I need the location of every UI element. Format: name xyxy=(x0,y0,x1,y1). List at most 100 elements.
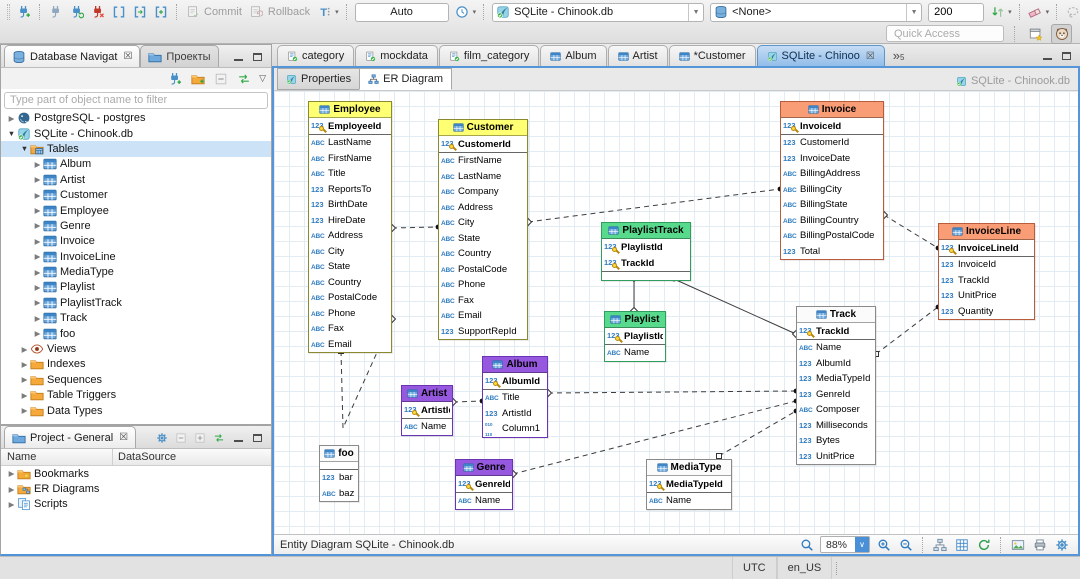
entity-foo[interactable]: foo 123 bar ABC baz xyxy=(319,445,359,502)
column-total[interactable]: 123 Total xyxy=(781,244,883,260)
entity-playlist[interactable]: Playlist 123 PlaylistId ABC Name xyxy=(604,311,666,362)
column-phone[interactable]: ABC Phone xyxy=(439,277,527,293)
maximize-button[interactable] xyxy=(251,432,263,444)
connection-dropdown-arrow[interactable]: ▼ xyxy=(688,3,703,21)
column-country[interactable]: ABC Country xyxy=(439,246,527,262)
column-invoicedate[interactable]: 123 InvoiceDate xyxy=(781,151,883,167)
column-fax[interactable]: ABC Fax xyxy=(309,321,391,337)
column-email[interactable]: ABC Email xyxy=(439,308,527,324)
toggle-grid-button[interactable] xyxy=(951,535,972,555)
zoom-in-button[interactable] xyxy=(873,535,894,555)
tree-item-invoiceline[interactable]: ▶ InvoiceLine xyxy=(1,249,271,264)
column-trackid[interactable]: 123 TrackId xyxy=(797,323,875,339)
column-title[interactable]: ABC Title xyxy=(309,166,391,182)
subtab-properties[interactable]: Properties xyxy=(277,68,361,90)
entity-invoice[interactable]: Invoice 123 InvoiceId 123 CustomerId 123 Invoi… xyxy=(780,101,884,260)
column-postalcode[interactable]: ABC PostalCode xyxy=(439,262,527,278)
project-item-bookmarks[interactable]: ▶ Bookmarks xyxy=(1,466,271,481)
connect-button[interactable] xyxy=(45,2,66,22)
column-invoicelineid[interactable]: 123 InvoiceLineId xyxy=(939,240,1034,256)
entity-track[interactable]: Track 123 TrackId ABC Name 123 AlbumId 123 Media… xyxy=(796,306,876,465)
toolbar-drag-handle[interactable] xyxy=(7,4,10,20)
history-dropdown-arrow[interactable]: ▾ xyxy=(473,8,477,16)
column-billingstate[interactable]: ABC BillingState xyxy=(781,197,883,213)
expander-icon[interactable]: ▶ xyxy=(32,268,43,277)
expander-icon[interactable]: ▶ xyxy=(32,237,43,246)
column-billingaddress[interactable]: ABC BillingAddress xyxy=(781,166,883,182)
column-phone[interactable]: ABC Phone xyxy=(309,306,391,322)
link-with-editor-button[interactable] xyxy=(233,69,254,89)
column-invoiceid[interactable]: 123 InvoiceId xyxy=(781,118,883,134)
expander-icon[interactable]: ▶ xyxy=(19,360,30,369)
lasso-tool-button[interactable] xyxy=(1062,2,1080,22)
entity-header[interactable]: foo xyxy=(320,446,358,462)
column-address[interactable]: ABC Address xyxy=(309,228,391,244)
save-as-image-button[interactable] xyxy=(1007,535,1028,555)
expander-icon[interactable]: ▼ xyxy=(19,144,30,153)
entity-header[interactable]: Playlist xyxy=(605,312,665,328)
column-bar[interactable]: 123 bar xyxy=(320,470,358,486)
column-artistid[interactable]: 123 ArtistId xyxy=(483,406,547,422)
tree-item-album[interactable]: ▶ Album xyxy=(1,157,271,172)
column-billingpostalcode[interactable]: ABC BillingPostalCode xyxy=(781,228,883,244)
history-button[interactable] xyxy=(452,2,473,22)
project-expand-button[interactable] xyxy=(194,432,206,444)
expander-icon[interactable]: ▶ xyxy=(6,114,17,123)
tree-item-track[interactable]: ▶ Track xyxy=(1,311,271,326)
navigator-new-connection-button[interactable] xyxy=(164,69,185,89)
tree-item-views[interactable]: ▶ Views xyxy=(1,341,271,356)
schema-dropdown-arrow[interactable]: ▼ xyxy=(906,3,921,21)
column-firstname[interactable]: ABC FirstName xyxy=(439,153,527,169)
editor-tab-category[interactable]: category xyxy=(277,45,355,66)
column-country[interactable]: ABC Country xyxy=(309,275,391,291)
column-city[interactable]: ABC City xyxy=(309,244,391,260)
tree-item-playlisttrack[interactable]: ▶ PlaylistTrack xyxy=(1,295,271,310)
tree-item-mediatype[interactable]: ▶ MediaType xyxy=(1,264,271,279)
expander-icon[interactable]: ▶ xyxy=(32,252,43,261)
entity-employee[interactable]: Employee 123 EmployeeId ABC LastName ABC First… xyxy=(308,101,392,353)
column-name[interactable]: ABC Name xyxy=(456,493,512,509)
tab-project-general[interactable]: Project - General ☒ xyxy=(4,426,137,448)
expander-icon[interactable]: ▶ xyxy=(32,175,43,184)
column-artistid[interactable]: 123 ArtistId xyxy=(402,402,452,418)
print-diagram-button[interactable] xyxy=(1029,535,1050,555)
entity-header[interactable]: Album xyxy=(483,357,547,373)
expander-icon[interactable]: ▶ xyxy=(32,298,43,307)
column-billingcity[interactable]: ABC BillingCity xyxy=(781,182,883,198)
expander-icon[interactable]: ▶ xyxy=(32,283,43,292)
expander-icon[interactable]: ▶ xyxy=(19,345,30,354)
entity-header[interactable]: Track xyxy=(797,307,875,323)
collapse-all-button[interactable] xyxy=(210,69,231,89)
entity-header[interactable]: Customer xyxy=(439,120,527,136)
column-name[interactable]: ABC Name xyxy=(605,345,665,361)
subtab-er-diagram[interactable]: ER Diagram xyxy=(359,68,453,90)
tab-projects[interactable]: Проекты xyxy=(140,45,219,67)
column-employeeid[interactable]: 123 EmployeeId xyxy=(309,118,391,134)
quick-access-input[interactable] xyxy=(886,25,1004,42)
sql-editor-button[interactable] xyxy=(108,2,129,22)
column-unitprice[interactable]: 123 UnitPrice xyxy=(939,288,1034,304)
column-datasource-header[interactable]: DataSource xyxy=(113,451,176,463)
open-perspective-button[interactable] xyxy=(1025,24,1046,44)
tree-item-postgresql-postgres[interactable]: ▶ PostgreSQL - postgres xyxy=(1,111,271,126)
expander-icon[interactable]: ▶ xyxy=(32,160,43,169)
tree-item-customer[interactable]: ▶ Customer xyxy=(1,187,271,202)
entity-customer[interactable]: Customer 123 CustomerId ABC FirstName ABC Last… xyxy=(438,119,528,340)
commit-button[interactable]: Commit xyxy=(204,6,242,18)
entity-header[interactable]: Genre xyxy=(456,460,512,476)
column-lastname[interactable]: ABC LastName xyxy=(309,135,391,151)
expander-icon[interactable]: ▶ xyxy=(19,406,30,415)
column-postalcode[interactable]: ABC PostalCode xyxy=(309,290,391,306)
column-mediatypeid[interactable]: 123 MediaTypeId xyxy=(647,476,731,492)
maximize-button[interactable] xyxy=(1060,50,1072,62)
tree-item-artist[interactable]: ▶ Artist xyxy=(1,172,271,187)
entity-header[interactable]: MediaType xyxy=(647,460,731,476)
expander-icon[interactable]: ▶ xyxy=(6,500,17,509)
column-company[interactable]: ABC Company xyxy=(439,184,527,200)
fetch-dropdown-arrow[interactable]: ▾ xyxy=(1008,8,1012,16)
column-playlistid[interactable]: 123 PlaylistId xyxy=(602,239,690,255)
column-trackid[interactable]: 123 TrackId xyxy=(939,273,1034,289)
transaction-dropdown-arrow[interactable]: ▾ xyxy=(335,8,339,16)
dbeaver-perspective-button[interactable] xyxy=(1051,23,1072,44)
column-quantity[interactable]: 123 Quantity xyxy=(939,304,1034,320)
